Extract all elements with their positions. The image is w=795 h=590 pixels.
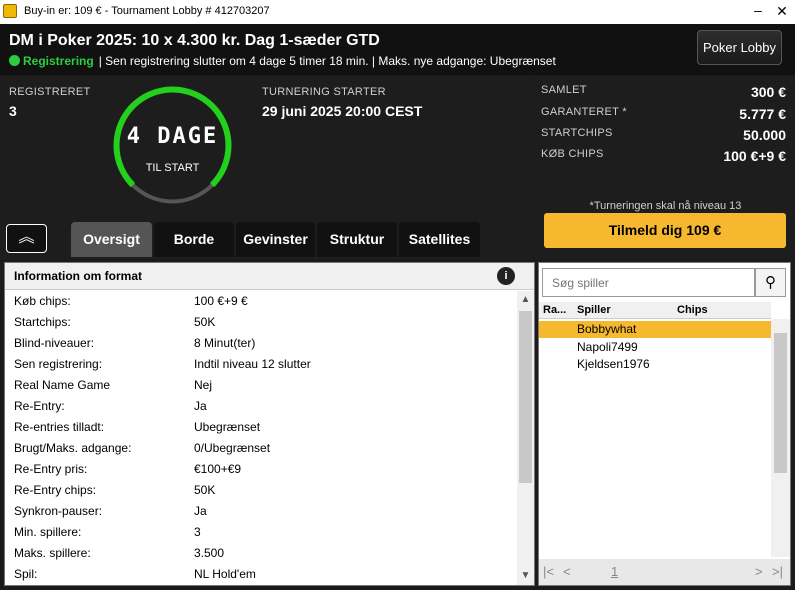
tournament-title: DM i Poker 2025: 10 x 4.300 kr. Dag 1-sæ… [9,32,380,49]
summary-label: GARANTERET * [541,106,627,118]
minimize-button[interactable]: – [749,2,767,20]
scroll-down-icon[interactable]: ▼ [517,567,534,585]
search-button[interactable]: ⚲ [755,268,786,297]
info-label: Startchips: [14,315,71,329]
column-chips[interactable]: Chips [677,304,708,316]
last-page-icon[interactable]: >| [772,564,783,579]
format-info-header: Information om format i [5,263,534,290]
column-player[interactable]: Spiller [577,304,611,316]
registration-info: | Sen registrering slutter om 4 dage 5 t… [98,54,556,68]
registered-label: REGISTRERET [9,86,91,98]
summary-label: SAMLET [541,84,587,96]
scroll-thumb[interactable] [519,311,532,483]
info-value: €100+€9 [194,462,242,476]
info-scrollbar[interactable]: ▲ ▼ [517,291,534,585]
guarantee-note: *Turneringen skal nå niveau 13 [589,200,742,212]
tournament-header: DM i Poker 2025: 10 x 4.300 kr. Dag 1-sæ… [0,24,795,75]
search-icon: ⚲ [765,274,776,291]
tab-gevinster[interactable]: Gevinster [236,222,315,257]
info-value: 8 Minut(ter) [194,336,256,350]
info-value: 100 €+9 € [194,294,248,308]
info-label: Køb chips: [14,294,71,308]
first-page-icon[interactable]: |< [543,564,554,579]
player-scrollbar[interactable] [771,319,790,557]
player-name: Napoli7499 [577,340,638,354]
info-value: Ja [194,399,207,413]
countdown-label: TIL START [145,162,200,174]
info-value: 3.500 [194,546,225,560]
info-label: Re-entries tilladt: [14,420,105,434]
close-button[interactable]: ✕ [773,2,791,20]
registration-status-line: Registrering | Sen registrering slutter o… [9,54,556,68]
format-info-panel: Information om format i Køb chips: 100 €+… [4,262,535,586]
player-row[interactable]: Kjeldsen1976 [539,356,771,373]
summary-value: 100 €+9 € [723,148,786,164]
player-name: Kjeldsen1976 [577,357,650,371]
player-list-panel: ⚲ Ra... Spiller Chips Bobbywhat Napoli74… [538,262,791,586]
window-title: Buy-in er: 109 € - Tournament Lobby # 41… [24,5,270,17]
prev-page-icon[interactable]: < [563,564,571,579]
registered-value: 3 [9,103,17,119]
info-label: Maks. spillere: [14,546,91,560]
info-label: Real Name Game [14,378,111,392]
info-value: Nej [194,378,213,392]
collapse-button[interactable]: ︽ [6,224,47,253]
player-row[interactable]: Napoli7499 [539,339,771,356]
format-info-title: Information om format [14,269,142,283]
info-label: Synkron-pauser: [14,504,103,518]
scroll-up-icon[interactable]: ▲ [517,291,534,309]
info-value: 50K [194,315,216,329]
summary-value: 300 € [750,84,786,100]
poker-lobby-button[interactable]: Poker Lobby [697,30,782,65]
double-chevron-up-icon: ︽ [18,229,35,246]
info-label: Re-Entry chips: [14,483,97,497]
countdown-value: 4 DAGE [126,124,219,149]
tab-struktur[interactable]: Struktur [317,222,397,257]
summary-value: 5.777 € [739,106,786,122]
column-rank[interactable]: Ra... [543,304,566,316]
info-label: Spil: [14,567,38,581]
info-label: Re-Entry pris: [14,462,88,476]
tab-borde[interactable]: Borde [154,222,234,257]
tab-satellites[interactable]: Satellites [399,222,480,257]
player-search-input[interactable] [542,268,755,297]
start-value: 29 juni 2025 20:00 CEST [262,103,423,119]
player-name: Bobbywhat [577,322,637,336]
registration-status: Registrering [23,54,94,68]
info-value: Ja [194,504,207,518]
tab-oversigt[interactable]: Oversigt [71,222,152,257]
app-logo-icon [3,4,17,18]
page-number[interactable]: 1 [611,564,618,579]
next-page-icon[interactable]: > [755,564,763,579]
player-pagination: |< < 1 > >| [539,559,790,585]
player-row[interactable]: Bobbywhat [539,321,771,338]
summary-label: KØB CHIPS [541,148,604,160]
info-label: Sen registrering: [14,357,103,371]
summary-label: STARTCHIPS [541,127,613,139]
player-table-header: Ra... Spiller Chips [539,302,771,319]
window-titlebar: Buy-in er: 109 € - Tournament Lobby # 41… [0,0,795,24]
info-value: 0/Ubegrænset [194,441,271,455]
info-label: Min. spillere: [14,525,82,539]
start-label: TURNERING STARTER [262,86,386,98]
info-label: Re-Entry: [14,399,65,413]
info-label: Blind-niveauer: [14,336,95,350]
scroll-thumb[interactable] [774,333,787,473]
status-dot-icon [9,55,20,66]
info-value: NL Hold'em [194,567,256,581]
register-button[interactable]: Tilmeld dig 109 € [544,213,786,248]
summary-value: 50.000 [743,127,786,143]
info-value: 50K [194,483,216,497]
info-value: Indtil niveau 12 slutter [194,357,311,371]
info-value: Ubegrænset [194,420,261,434]
info-label: Brugt/Maks. adgange: [14,441,132,455]
info-icon[interactable]: i [497,267,515,285]
info-value: 3 [194,525,201,539]
